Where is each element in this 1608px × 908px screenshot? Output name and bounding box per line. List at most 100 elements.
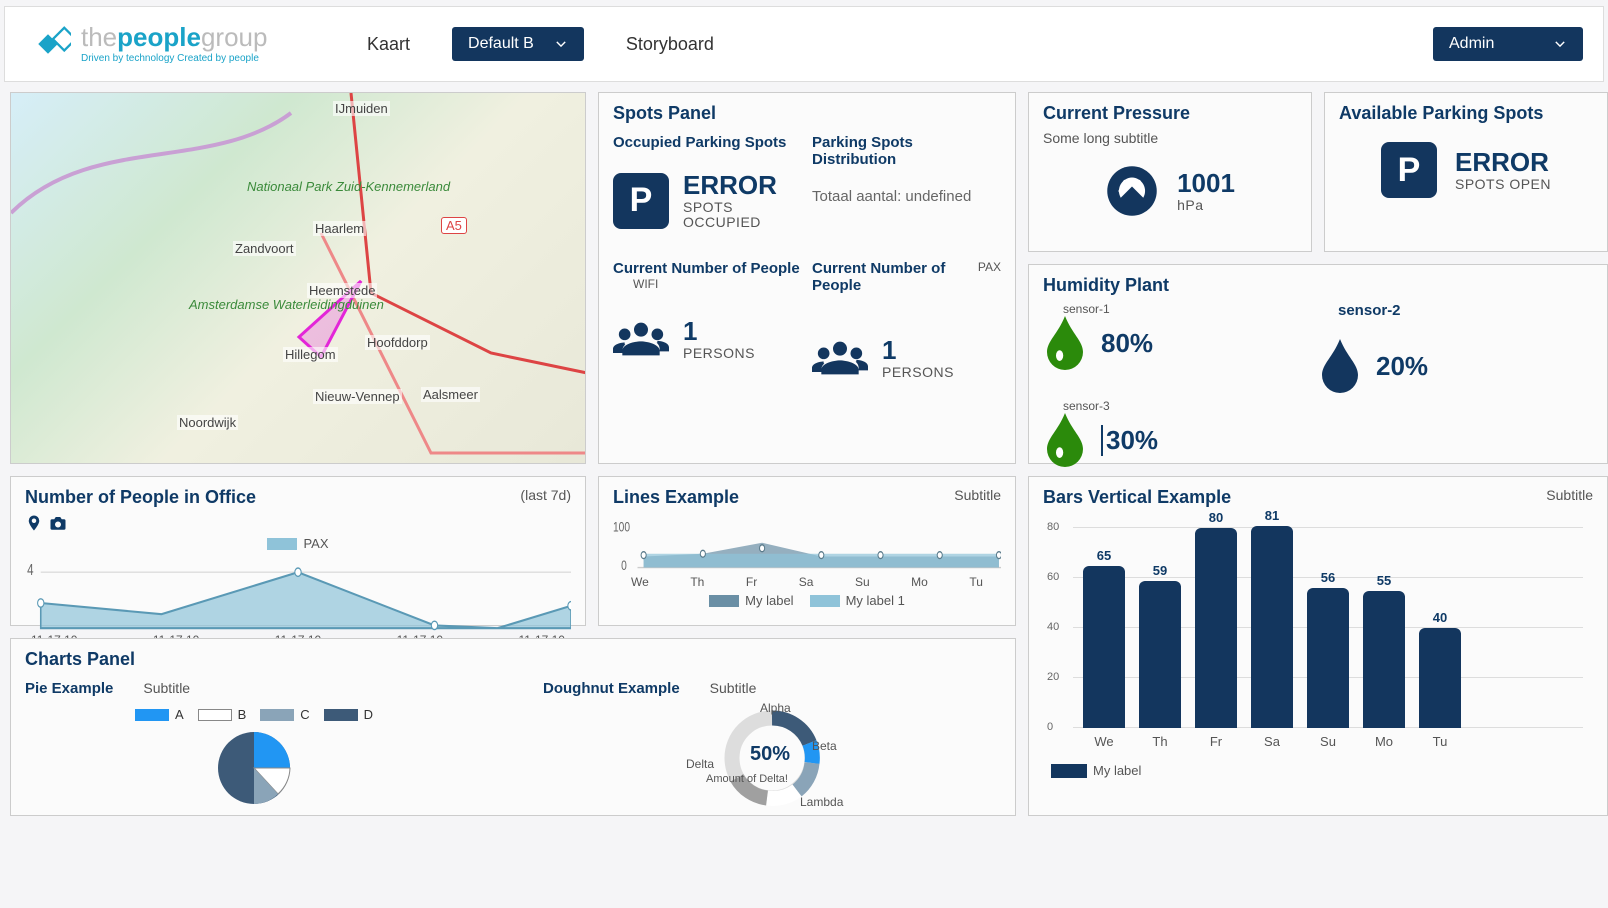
people1-sub: WIFI (633, 277, 802, 291)
xlabel: Su (855, 575, 870, 589)
doughnut-block: Doughnut Example Subtitle 50% Alpha Beta (543, 680, 1001, 819)
nav-default-dropdown[interactable]: Default B (452, 27, 584, 61)
chevron-down-icon (554, 37, 568, 51)
map-city: Hillegom (283, 347, 338, 362)
nav-storyboard[interactable]: Storyboard (614, 26, 726, 63)
xlabel: We (631, 575, 649, 589)
nav-default-label: Default B (468, 35, 534, 53)
people-icon (613, 311, 669, 367)
nav-kaart[interactable]: Kaart (355, 26, 422, 63)
pin-icon[interactable] (25, 514, 43, 532)
charts-panel: Charts Panel Pie Example Subtitle A B C … (10, 638, 1016, 816)
pressure-unit: hPa (1177, 198, 1235, 213)
bars-sub: Subtitle (1546, 487, 1593, 503)
occupied-title: Occupied Parking Spots (613, 134, 802, 151)
lines-chart: 100 0 (613, 518, 1001, 573)
parking-icon: P (1381, 142, 1437, 198)
admin-label: Admin (1449, 35, 1494, 53)
logo-tagline: Driven by technology Created by people (81, 54, 267, 64)
logo-text-group: group (201, 22, 268, 52)
xlabel: Fr (746, 575, 757, 589)
humidity-title: Humidity Plant (1043, 275, 1593, 296)
bars-panel: Bars Vertical Example Subtitle 0 20 40 6… (1028, 476, 1608, 816)
map-road-label: A5 (441, 217, 467, 234)
people2-title: Current Number of People (812, 260, 978, 294)
bars-legend: My label (1093, 763, 1141, 778)
map-city: Haarlem (313, 221, 366, 236)
occupied-value: ERROR (683, 171, 777, 200)
camera-icon[interactable] (49, 514, 67, 532)
logo-text-the: the (81, 22, 117, 52)
sensor-value: 30% (1101, 425, 1158, 456)
people-office-title: Number of People in Office (25, 487, 571, 508)
pressure-panel: Current Pressure Some long subtitle 1001… (1028, 92, 1312, 252)
occupied-unit2: OCCUPIED (683, 215, 777, 230)
admin-dropdown[interactable]: Admin (1433, 27, 1583, 61)
sensor-2: sensor-2 20% (1318, 302, 1593, 393)
map-city: Amsterdamse Waterleidingduinen (187, 297, 386, 312)
avail-title: Available Parking Spots (1339, 103, 1593, 124)
pressure-sub: Some long subtitle (1043, 130, 1297, 146)
parking-icon: P (613, 173, 669, 229)
pie-block: Pie Example Subtitle A B C D (25, 680, 483, 819)
map-city: Zandvoort (233, 241, 296, 256)
svg-text:0: 0 (621, 558, 627, 573)
spots-title: Spots Panel (613, 103, 1001, 124)
pie-chart (214, 728, 294, 808)
doughnut-chart: 50% Alpha Beta Lambda Amount of Delta! D… (682, 703, 862, 813)
dist-title: Parking Spots Distribution (812, 134, 1001, 168)
drop-icon (1318, 339, 1362, 393)
pax-legend: PAX (303, 536, 328, 551)
map-city: Nieuw-Vennep (313, 389, 402, 404)
people2-value: 1 (882, 336, 954, 365)
sensor-1: sensor-1 80% (1043, 302, 1318, 393)
dist-text: Totaal aantal: undefined (812, 188, 1001, 205)
charts-title: Charts Panel (25, 649, 1001, 670)
people1-title: Current Number of People (613, 260, 802, 277)
bar: 81 (1251, 526, 1293, 729)
bars-title: Bars Vertical Example (1043, 487, 1593, 508)
distribution-block: Parking Spots Distribution Totaal aantal… (812, 134, 1001, 230)
drop-icon (1043, 413, 1087, 467)
sensor-label: sensor-1 (1063, 302, 1318, 316)
logo-text-people: people (117, 22, 201, 52)
donut-sub: Subtitle (710, 680, 757, 696)
occupied-unit1: SPOTS (683, 200, 777, 215)
sensor-value: 20% (1376, 351, 1428, 382)
gauge-icon (1105, 164, 1159, 218)
bar: 55 (1363, 591, 1405, 729)
spots-panel: Spots Panel Occupied Parking Spots P ERR… (598, 92, 1016, 464)
bar-x-labels: WeThFrSaSuMoTu (1083, 734, 1583, 749)
pressure-value: 1001 (1177, 169, 1235, 198)
humidity-panel: Humidity Plant sensor-1 80% sensor-2 20% (1028, 264, 1608, 464)
svg-text:100: 100 (613, 519, 630, 535)
map-city: IJmuiden (333, 101, 390, 116)
lines-sub: Subtitle (954, 487, 1001, 503)
people-icon (812, 330, 868, 386)
logo[interactable]: thepeoplegroup Driven by technology Crea… (25, 21, 325, 67)
donut-title: Doughnut Example (543, 680, 680, 697)
xlabel: Th (690, 575, 704, 589)
lines-title: Lines Example (613, 487, 1001, 508)
avail-value: ERROR (1455, 148, 1551, 177)
occupied-block: Occupied Parking Spots P ERROR SPOTS OCC… (613, 134, 802, 230)
xlabel: Sa (799, 575, 814, 589)
legend-2: My label 1 (846, 593, 905, 608)
pressure-title: Current Pressure (1043, 103, 1297, 124)
top-bar: thepeoplegroup Driven by technology Crea… (4, 6, 1604, 82)
xlabel: Mo (911, 575, 928, 589)
map-panel[interactable]: IJmuiden Haarlem Zandvoort Heemstede Hil… (10, 92, 586, 464)
pie-title: Pie Example (25, 680, 113, 697)
legend-1: My label (745, 593, 793, 608)
logo-icon (25, 21, 71, 67)
sensor-3: sensor-3 30% (1043, 399, 1318, 467)
sensor-value: 80% (1101, 328, 1153, 359)
people1-value: 1 (683, 317, 755, 346)
sensor-label: sensor-3 (1063, 399, 1318, 413)
right-column: Current Pressure Some long subtitle 1001… (1028, 92, 1608, 464)
svg-text:4: 4 (27, 561, 34, 578)
xlabel: Tu (969, 575, 983, 589)
map-overlay (11, 93, 585, 463)
bar: 40 (1419, 628, 1461, 728)
drop-icon (1043, 316, 1087, 370)
